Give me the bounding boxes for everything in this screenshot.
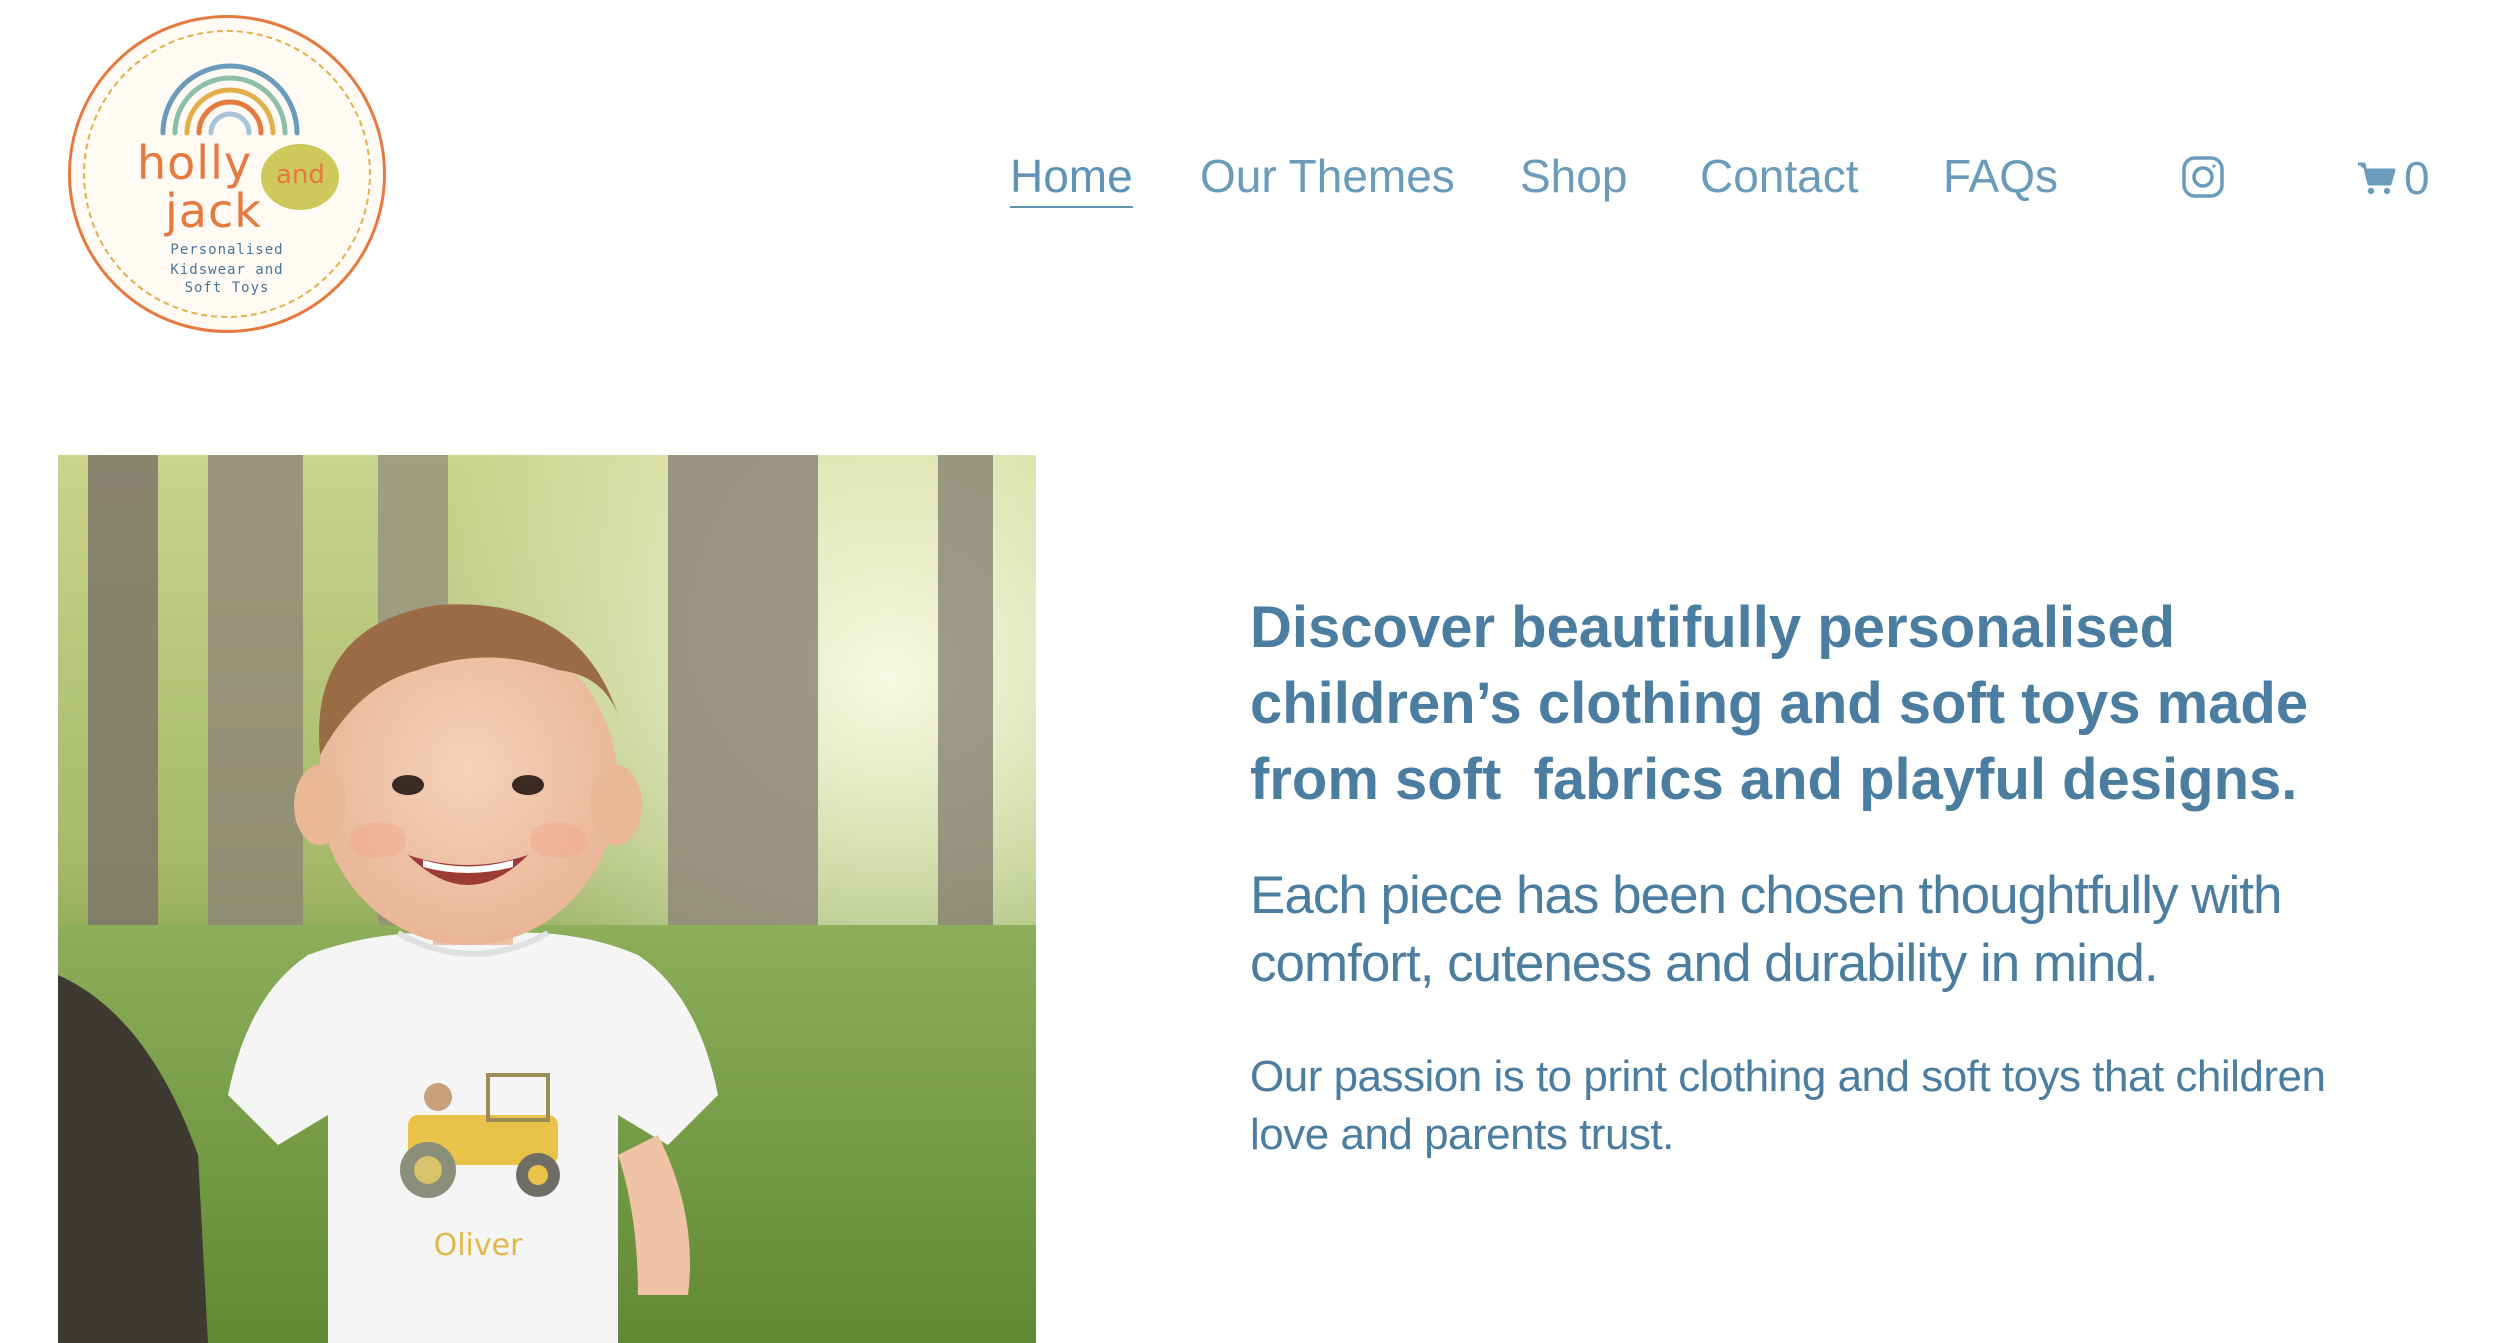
logo-tagline-line: Soft Toys — [184, 280, 270, 296]
shirt-name-text: Oliver — [434, 1228, 523, 1263]
nav-link-faqs[interactable]: FAQs — [1943, 148, 2058, 204]
hero-body-text: Our passion is to print clothing and sof… — [1250, 1052, 2326, 1159]
logo-word-holly: holly — [137, 136, 253, 190]
logo-tagline-line: Personalised — [170, 242, 284, 258]
page: holly and jack Personalised Kidswear and… — [0, 0, 2500, 1343]
hero-headline: Discover beautifully personalised childr… — [1250, 595, 2325, 812]
nav-link-home[interactable]: Home — [1010, 148, 1133, 208]
hero-subhead: Each piece has been chosen thoughtfully … — [1250, 866, 2282, 993]
nav-link-shop[interactable]: Shop — [1520, 148, 1627, 204]
logo-word-and: and — [276, 160, 325, 190]
brand-logo[interactable]: holly and jack Personalised Kidswear and… — [68, 15, 386, 333]
hero-image: Oliver — [58, 455, 1036, 1343]
cart-button[interactable]: 0 — [2356, 152, 2430, 204]
cart-count: 0 — [2404, 152, 2430, 204]
nav-link-contact[interactable]: Contact — [1700, 148, 1859, 204]
cart-icon — [2358, 162, 2396, 195]
logo-word-jack: jack — [165, 184, 262, 238]
instagram-icon[interactable] — [2181, 155, 2225, 199]
nav-link-our-themes[interactable]: Our Themes — [1200, 148, 1455, 204]
logo-tagline-line: Kidswear and — [170, 262, 284, 278]
